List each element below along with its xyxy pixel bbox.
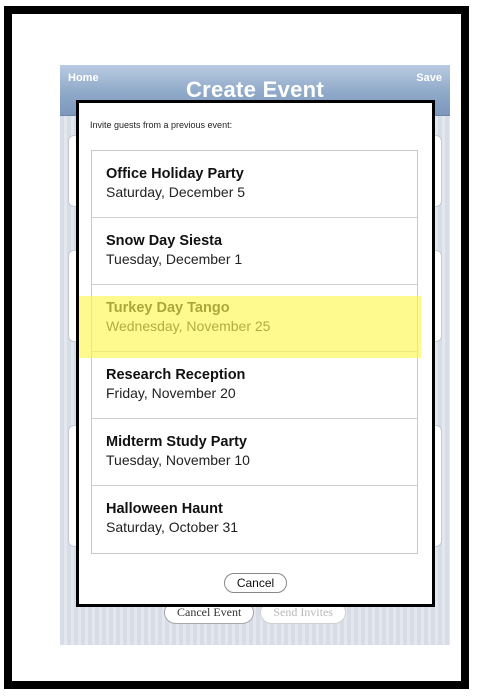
event-name: Halloween Haunt — [106, 501, 223, 517]
dialog-action-bar: Cancel — [79, 573, 432, 593]
event-date: Tuesday, December 1 — [106, 251, 243, 267]
event-name: Turkey Day Tango — [106, 300, 230, 316]
event-name: Midterm Study Party — [106, 434, 247, 450]
event-item-turkey-day-tango[interactable]: Turkey Day Tango Wednesday, November 25 — [92, 285, 417, 352]
dialog-prompt: Invite guests from a previous event: — [90, 120, 233, 130]
event-name: Snow Day Siesta — [106, 233, 223, 249]
event-item-midterm-study-party[interactable]: Midterm Study Party Tuesday, November 10 — [92, 419, 417, 486]
event-date: Saturday, December 5 — [106, 184, 246, 200]
event-date: Wednesday, November 25 — [106, 318, 271, 334]
event-item-snow-day-siesta[interactable]: Snow Day Siesta Tuesday, December 1 — [92, 218, 417, 285]
invite-guests-dialog: Invite guests from a previous event: Off… — [76, 100, 435, 607]
event-item-halloween-haunt[interactable]: Halloween Haunt Saturday, October 31 — [92, 486, 417, 553]
event-date: Saturday, October 31 — [106, 519, 239, 535]
event-item-research-reception[interactable]: Research Reception Friday, November 20 — [92, 352, 417, 419]
cancel-button[interactable]: Cancel — [223, 573, 288, 593]
event-date: Tuesday, November 10 — [106, 452, 250, 468]
save-button[interactable]: Save — [416, 72, 442, 84]
event-name: Research Reception — [106, 367, 246, 383]
event-name: Office Holiday Party — [106, 166, 244, 182]
event-date: Friday, November 20 — [106, 385, 236, 401]
previous-events-list: Office Holiday Party Saturday, December … — [91, 150, 418, 554]
event-item-office-holiday-party[interactable]: Office Holiday Party Saturday, December … — [92, 151, 417, 218]
